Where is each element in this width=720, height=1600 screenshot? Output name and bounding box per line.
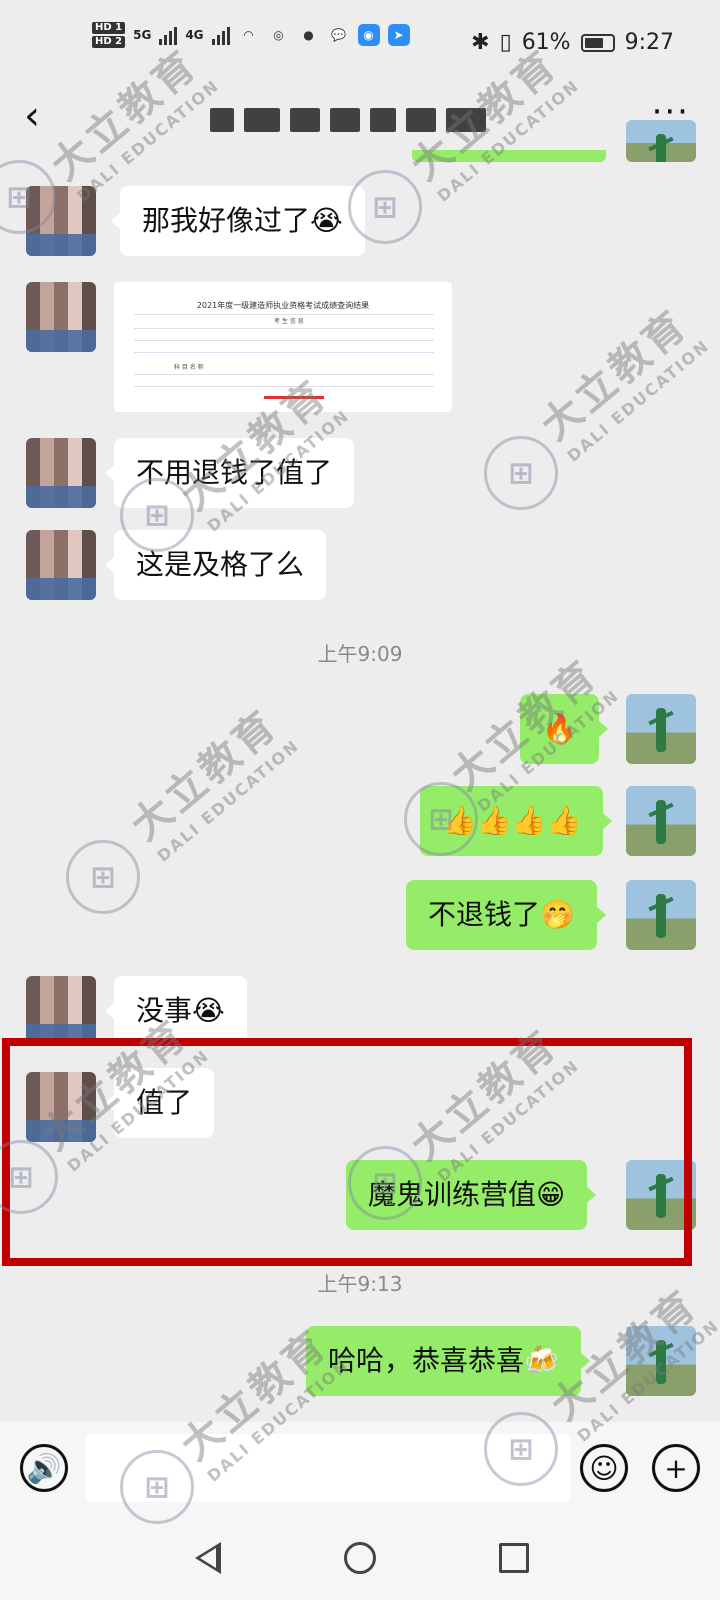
chevron-left-icon: ‹ <box>24 93 40 139</box>
message-bubble[interactable]: 没事😭 <box>105 976 247 1046</box>
emoji-icon: ☺ <box>589 1451 619 1485</box>
status-left: HD 1 HD 2 5G 4G ◠ ◎ ● 💬 ◉ ➤ <box>92 22 410 48</box>
avatar-contact[interactable] <box>26 186 96 256</box>
avatar-self[interactable] <box>626 880 696 950</box>
qq-icon: ● <box>303 28 314 42</box>
avatar-self[interactable] <box>626 694 696 764</box>
message-bubble[interactable]: 👍👍👍👍 <box>420 786 613 856</box>
battery-percent: 61% <box>521 30 571 55</box>
hd-indicator: HD 1 HD 2 <box>92 22 126 48</box>
voice-icon: 🔊 <box>26 1451 62 1485</box>
signal-bars-icon <box>211 25 230 45</box>
doc-header: 考 生 信 息 <box>274 318 304 325</box>
plus-button[interactable]: + <box>652 1444 700 1492</box>
globe-icon: ◎ <box>273 28 284 42</box>
avatar-contact[interactable] <box>26 530 96 600</box>
message-bubble[interactable]: 那我好像过了😭 <box>111 186 365 256</box>
wifi-icon: ◠ <box>243 28 254 42</box>
message-icon: 💬 <box>331 28 346 42</box>
doc-subheader: 科 目 名 称 <box>174 364 204 371</box>
message-bubble[interactable]: 🔥 <box>520 694 608 764</box>
avatar-contact[interactable] <box>26 976 96 1046</box>
vibrate-icon: ▯ <box>499 30 512 55</box>
message-input[interactable] <box>86 1434 570 1502</box>
message-bubble[interactable]: 这是及格了么 <box>104 530 327 600</box>
system-navigation-bar <box>0 1520 720 1600</box>
hd2-label: HD 2 <box>92 36 126 48</box>
message-bubble[interactable]: 哈哈，恭喜恭喜🍻 <box>306 1326 590 1396</box>
chat-header: ‹ ··· <box>0 88 720 154</box>
message-bubble[interactable]: 不退钱了🤭 <box>406 880 606 950</box>
watermark-seal-icon: ⊞ <box>484 436 558 510</box>
signal-bars-icon <box>159 25 178 45</box>
nav-recent-button[interactable] <box>494 1538 534 1578</box>
bluetooth-icon: ✱ <box>471 30 490 55</box>
redacted-title-mask <box>210 100 500 140</box>
voice-button[interactable]: 🔊 <box>20 1444 68 1492</box>
avatar-contact[interactable] <box>26 282 96 352</box>
clock: 9:27 <box>624 30 674 55</box>
red-highlight-box <box>2 1038 692 1266</box>
bulb-app-icon: ◉ <box>357 24 380 46</box>
nav-home-icon <box>344 1542 376 1574</box>
nav-back-icon <box>195 1542 221 1574</box>
time-divider: 上午9:13 <box>317 1272 403 1296</box>
emoji-button[interactable]: ☺ <box>580 1444 628 1492</box>
nav-recent-icon <box>499 1543 529 1573</box>
avatar-self[interactable] <box>626 120 696 162</box>
status-bar: HD 1 HD 2 5G 4G ◠ ◎ ● 💬 ◉ ➤ ✱ ▯ 61% 9:27 <box>0 0 720 88</box>
avatar-contact[interactable] <box>26 438 96 508</box>
time-divider: 上午9:09 <box>317 642 403 666</box>
plus-icon: + <box>664 1451 688 1485</box>
avatar-self[interactable] <box>626 1326 696 1396</box>
image-message-score-report[interactable]: 2021年度一级建造师执业资格考试成绩查询结果 考 生 信 息 科 目 名 称 <box>114 282 452 412</box>
hd1-label: HD 1 <box>92 22 126 34</box>
battery-icon <box>580 33 615 52</box>
network-4g-label: 4G <box>185 28 204 42</box>
send-app-icon: ➤ <box>387 24 410 46</box>
partial-bubble <box>412 150 606 162</box>
message-bubble[interactable]: 不用退钱了值了 <box>104 438 355 508</box>
avatar-self[interactable] <box>626 786 696 856</box>
watermark-seal-icon: ⊞ <box>66 840 140 914</box>
nav-home-button[interactable] <box>340 1538 380 1578</box>
watermark: 大立教育 DALI EDUCATION <box>122 701 304 866</box>
doc-title: 2021年度一级建造师执业资格考试成绩查询结果 <box>196 301 370 310</box>
watermark: 大立教育 DALI EDUCATION <box>532 301 714 466</box>
network-5g-label: 5G <box>133 28 152 42</box>
back-button[interactable]: ‹ <box>24 96 40 136</box>
nav-back-button[interactable] <box>188 1538 228 1578</box>
status-right: ✱ ▯ 61% 9:27 <box>471 30 674 55</box>
